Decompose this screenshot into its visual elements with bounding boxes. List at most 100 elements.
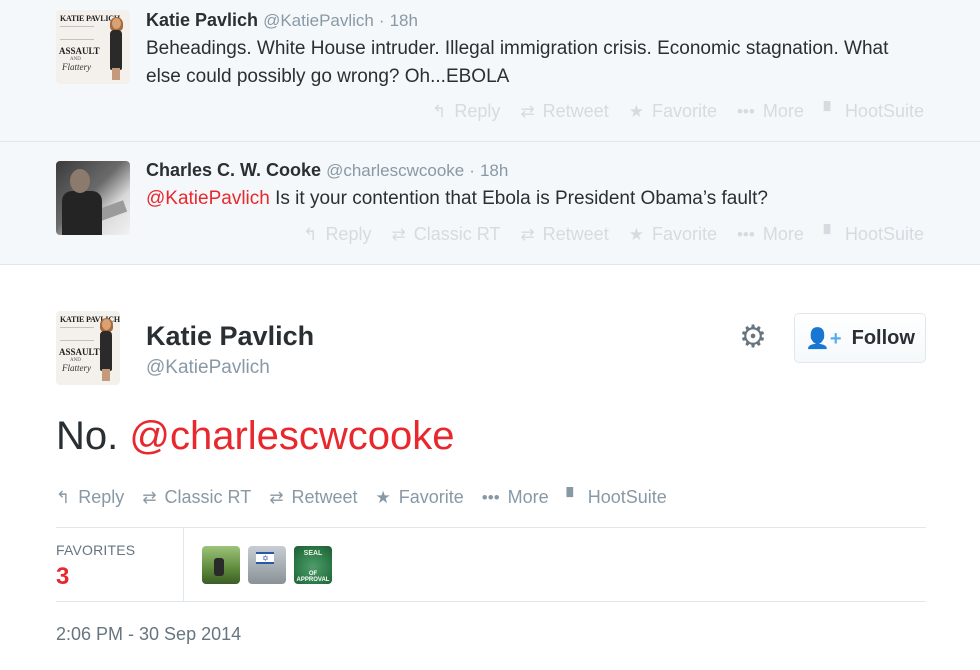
reply-action[interactable]: ↰ Reply: [303, 224, 371, 245]
favorites-label: FAVORITES: [56, 542, 136, 558]
ellipsis-icon: •••: [736, 224, 755, 244]
tweet-time[interactable]: 18h: [390, 11, 418, 30]
hootsuite-action[interactable]: ▘ HootSuite: [567, 487, 667, 508]
classic-rt-action[interactable]: ⇄ Classic RT: [142, 487, 251, 508]
retweet-icon: ⇄: [391, 224, 406, 244]
author-handle[interactable]: @KatiePavlich: [146, 357, 270, 379]
more-action[interactable]: ••• More: [737, 101, 804, 122]
seal-top-text: SEAL: [303, 550, 323, 557]
book-title-text: ASSAULT: [59, 347, 100, 357]
author-handle[interactable]: @KatiePavlich: [263, 11, 374, 30]
gear-icon[interactable]: ⚙: [737, 321, 769, 353]
favorite-action[interactable]: ★ Favorite: [376, 487, 464, 508]
classic-rt-action-label: Classic RT: [164, 487, 252, 507]
retweet-icon: ⇄: [520, 101, 535, 121]
tweet-text: No. @charlescwcooke: [56, 411, 455, 461]
tweet-body-text: No.: [56, 414, 130, 458]
favorite-action[interactable]: ★ Favorite: [629, 101, 717, 122]
favoriter-avatar[interactable]: [202, 546, 240, 584]
author-handle[interactable]: @charlescwcooke: [326, 161, 464, 180]
favorites-count[interactable]: 3: [56, 563, 69, 591]
follow-button-label: Follow: [851, 326, 915, 349]
book-cover-figure: [98, 318, 114, 381]
reply-action-label: Reply: [78, 487, 125, 507]
hootsuite-icon: ▘: [823, 224, 837, 244]
star-icon: ★: [375, 487, 391, 507]
reply-tweet-katie[interactable]: KATIE PAVLICH ASSAULT AND Flattery Katie…: [0, 0, 980, 142]
hootsuite-action[interactable]: ▘ HootSuite: [824, 224, 924, 245]
hootsuite-action-label: HootSuite: [844, 224, 924, 244]
add-person-icon: 👤+: [805, 327, 842, 350]
reply-action[interactable]: ↰ Reply: [432, 101, 500, 122]
favorite-action-label: Favorite: [651, 224, 717, 244]
tweet-body-text: Is it your contention that Ebola is Pres…: [269, 188, 768, 209]
book-cover-image: KATIE PAVLICH ASSAULT AND Flattery: [56, 10, 130, 84]
tweet-text: Beheadings. White House intruder. Illega…: [146, 38, 889, 87]
retweet-action-label: Retweet: [542, 101, 609, 121]
separator-dot: ·: [469, 161, 475, 180]
avatar[interactable]: [56, 161, 130, 235]
tweet-time[interactable]: 18h: [480, 161, 508, 180]
avatar[interactable]: KATIE PAVLICH ASSAULT AND Flattery: [56, 311, 120, 385]
retweet-icon: ⇄: [142, 487, 157, 507]
hootsuite-action[interactable]: ▘ HootSuite: [824, 101, 924, 122]
author-name[interactable]: Katie Pavlich: [146, 321, 314, 352]
favorite-action[interactable]: ★ Favorite: [629, 224, 717, 245]
retweet-action-label: Retweet: [291, 487, 358, 507]
divider: [56, 601, 926, 602]
more-action[interactable]: ••• More: [482, 487, 549, 508]
divider: [56, 527, 926, 528]
retweet-action-label: Retweet: [542, 224, 609, 244]
reply-tweet-cooke[interactable]: Charles C. W. Cooke @charlescwcooke · 18…: [0, 142, 980, 265]
more-action-label: More: [507, 487, 549, 507]
tweet-header: Charles C. W. Cooke @charlescwcooke · 18…: [146, 159, 508, 182]
favorites-separator: [183, 528, 184, 601]
more-action-label: More: [762, 224, 804, 244]
ellipsis-icon: •••: [736, 101, 755, 121]
tweet-actions: ↰ Reply ⇄ Classic RT ⇄ Retweet ★ Favorite ••…: [303, 224, 924, 245]
hootsuite-action-label: HootSuite: [844, 101, 924, 121]
reply-arrow-icon: ↰: [56, 487, 71, 507]
reply-action[interactable]: ↰ Reply: [56, 487, 124, 508]
mention-link[interactable]: @charlescwcooke: [129, 414, 454, 458]
seal-bottom-text: OF APPROVAL: [296, 571, 330, 583]
avatar[interactable]: KATIE PAVLICH ASSAULT AND Flattery: [56, 10, 130, 84]
follow-button[interactable]: 👤+ Follow: [794, 313, 926, 363]
favorite-action-label: Favorite: [651, 101, 717, 121]
tweet-actions: ↰ Reply ⇄ Classic RT ⇄ Retweet ★ Favorite ••…: [56, 487, 667, 508]
retweet-action[interactable]: ⇄ Retweet: [520, 101, 608, 122]
reply-arrow-icon: ↰: [303, 224, 318, 244]
favoriter-avatar[interactable]: ✡: [248, 546, 286, 584]
book-cover-image: KATIE PAVLICH ASSAULT AND Flattery: [56, 311, 120, 385]
more-action-label: More: [762, 101, 804, 121]
retweet-action[interactable]: ⇄ Retweet: [520, 224, 608, 245]
reply-action-label: Reply: [325, 224, 372, 244]
book-subtitle-text: Flattery: [62, 363, 91, 373]
hootsuite-icon: ▘: [566, 487, 580, 507]
more-action[interactable]: ••• More: [737, 224, 804, 245]
book-title-text: ASSAULT: [59, 46, 100, 56]
classic-rt-action-label: Classic RT: [413, 224, 501, 244]
favoriters-list: ✡ SEAL OF APPROVAL: [202, 546, 332, 584]
author-name[interactable]: Charles C. W. Cooke: [146, 160, 321, 180]
main-tweet: KATIE PAVLICH ASSAULT AND Flattery Katie…: [0, 265, 980, 670]
star-icon: ★: [628, 224, 644, 244]
tweet-text: @KatiePavlich Is it your contention that…: [146, 185, 926, 213]
classic-rt-action[interactable]: ⇄ Classic RT: [391, 224, 500, 245]
tweet-actions: ↰ Reply ⇄ Retweet ★ Favorite ••• More ▘ HootS…: [432, 101, 924, 122]
book-cover-figure: [108, 17, 124, 80]
separator-dot: ·: [378, 11, 385, 30]
mention-link[interactable]: @KatiePavlich: [146, 188, 270, 209]
hootsuite-action-label: HootSuite: [587, 487, 667, 507]
tweet-timestamp[interactable]: 2:06 PM - 30 Sep 2014: [56, 624, 241, 645]
tweet-header: Katie Pavlich @KatiePavlich · 18h: [146, 9, 418, 32]
reply-action-label: Reply: [454, 101, 501, 121]
author-name[interactable]: Katie Pavlich: [146, 10, 258, 30]
retweet-icon: ⇄: [269, 487, 284, 507]
star-icon: ★: [628, 101, 644, 121]
book-tagline-lines: [60, 327, 94, 341]
retweet-icon: ⇄: [520, 224, 535, 244]
retweet-action[interactable]: ⇄ Retweet: [269, 487, 357, 508]
favoriter-avatar[interactable]: SEAL OF APPROVAL: [294, 546, 332, 584]
ellipsis-icon: •••: [481, 487, 500, 507]
